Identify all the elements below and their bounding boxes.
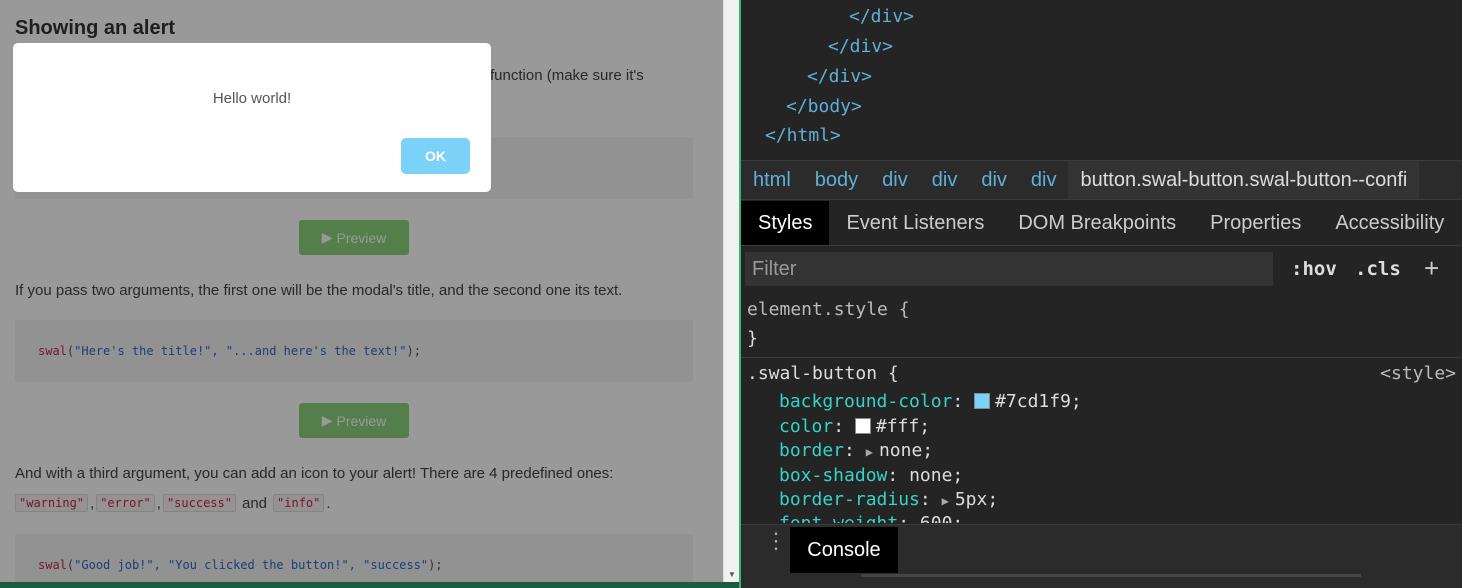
ok-button[interactable]: OK (401, 138, 470, 174)
color-swatch[interactable] (854, 418, 871, 434)
prop-name: background-color (779, 391, 953, 412)
taskbar-strip (0, 582, 739, 588)
tab-properties[interactable]: Properties (1193, 201, 1318, 245)
prop-value: #fff; (875, 416, 931, 437)
color-swatch[interactable] (974, 393, 991, 409)
declaration-box-shadow[interactable]: box-shadow: none; (779, 465, 963, 486)
devtools-panel: </div> </div> </div> </body> </html> htm… (741, 0, 1462, 588)
prop-name: box-shadow (779, 465, 888, 486)
more-options-icon[interactable]: ⋮ (765, 530, 787, 552)
declaration-color[interactable]: color: #fff; (779, 416, 930, 437)
tab-console[interactable]: Console (790, 527, 898, 573)
declaration-font-weight[interactable]: font-weight: 600; (779, 513, 963, 523)
alert-modal: Hello world! OK (13, 43, 491, 192)
cls-toggle[interactable]: .cls (1355, 258, 1401, 280)
dom-node[interactable]: </div> (828, 36, 893, 57)
hov-toggle[interactable]: :hov (1291, 258, 1337, 280)
declaration-border[interactable]: border: ▶ none; (779, 440, 933, 461)
page-scrollbar[interactable]: ▼ (723, 0, 739, 582)
prop-value: none; (909, 465, 964, 486)
breadcrumb-html[interactable]: html (741, 169, 803, 192)
tab-accessibility[interactable]: Accessibility (1318, 201, 1461, 245)
rule-divider (741, 357, 1462, 358)
webpage-viewport: Showing an alert function (make sure it'… (0, 0, 723, 582)
sidebar-tabs: Styles Event Listeners DOM Breakpoints P… (741, 201, 1462, 246)
new-rule-icon[interactable]: + (1424, 253, 1439, 284)
declaration-border-radius[interactable]: border-radius: ▶ 5px; (779, 489, 998, 510)
dom-node[interactable]: </div> (807, 66, 872, 87)
prop-value: #7cd1f9; (995, 391, 1082, 412)
dom-node[interactable]: </div> (849, 6, 914, 27)
console-drawer: ⋮ Console (741, 524, 1462, 588)
prop-value: none; (878, 440, 934, 461)
prop-value: 600; (920, 513, 963, 523)
rule-selector[interactable]: .swal-button { (747, 363, 899, 384)
breadcrumb-selected[interactable]: button.swal-button.swal-button--confi (1068, 161, 1420, 199)
rule-source-link[interactable]: <style> (1380, 363, 1456, 384)
prop-name: font-weight (779, 513, 898, 523)
breadcrumb-body[interactable]: body (803, 169, 870, 192)
element-style-selector[interactable]: element.style { (747, 299, 910, 320)
breadcrumb-div[interactable]: div (1019, 169, 1069, 192)
prop-name: color (779, 416, 834, 437)
styles-pane: element.style { } .swal-button { <style>… (741, 295, 1462, 523)
breadcrumb: html body div div div div button.swal-bu… (741, 160, 1462, 200)
prop-name: border (779, 440, 845, 461)
scroll-down-icon[interactable]: ▼ (728, 570, 736, 579)
dom-node[interactable]: </html> (765, 125, 841, 146)
declaration-background-color[interactable]: background-color: #7cd1f9; (779, 391, 1082, 412)
breadcrumb-div[interactable]: div (969, 169, 1019, 192)
styles-toolbar: Filter :hov .cls + (741, 247, 1462, 293)
breadcrumb-div[interactable]: div (920, 169, 970, 192)
prop-value: 5px; (954, 489, 999, 510)
tab-event-listeners[interactable]: Event Listeners (829, 201, 1001, 245)
dom-node[interactable]: </body> (786, 96, 862, 117)
filter-input[interactable]: Filter (745, 252, 1273, 286)
element-style-close: } (747, 328, 758, 349)
expand-triangle-icon[interactable]: ▶ (942, 494, 949, 508)
breadcrumb-div[interactable]: div (870, 169, 920, 192)
prop-name: border-radius (779, 489, 920, 510)
expand-triangle-icon[interactable]: ▶ (866, 445, 873, 459)
tab-dom-breakpoints[interactable]: DOM Breakpoints (1001, 201, 1193, 245)
drawer-scrollbar[interactable] (861, 574, 1361, 577)
tab-styles[interactable]: Styles (741, 201, 830, 245)
elements-tree: </div> </div> </div> </body> </html> (741, 0, 1462, 158)
modal-text: Hello world! (212, 90, 292, 107)
